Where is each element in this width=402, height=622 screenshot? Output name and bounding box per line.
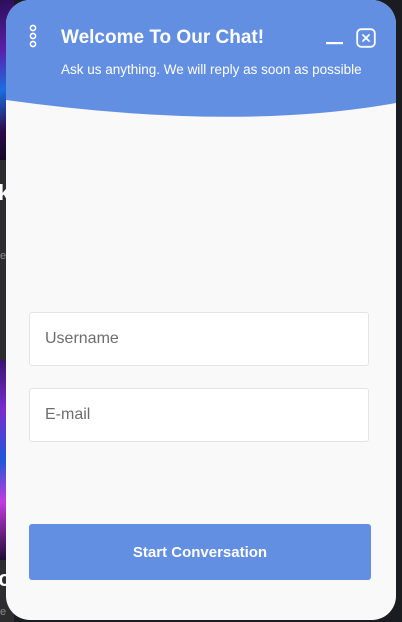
chat-title: Welcome To Our Chat!: [61, 27, 265, 48]
vertical-dots-icon[interactable]: [26, 24, 40, 48]
start-conversation-button[interactable]: Start Conversation: [29, 524, 371, 580]
background-text-glyph-2: e: [0, 606, 7, 618]
chat-subtitle: Ask us anything. We will reply as soon a…: [61, 62, 362, 77]
chat-header: Welcome To Our Chat! Ask us anything. We…: [6, 0, 396, 118]
minimize-icon[interactable]: [324, 30, 346, 46]
header-background: [6, 0, 396, 117]
email-input[interactable]: [29, 388, 369, 442]
close-icon[interactable]: [356, 28, 376, 48]
username-input[interactable]: [29, 312, 369, 366]
chat-widget: Welcome To Our Chat! Ask us anything. We…: [6, 0, 396, 620]
